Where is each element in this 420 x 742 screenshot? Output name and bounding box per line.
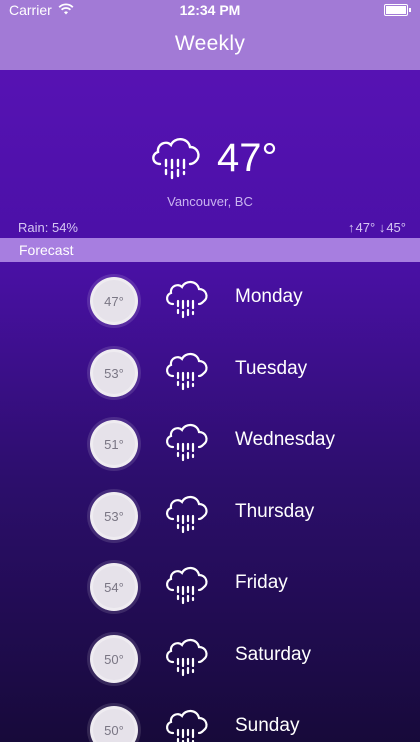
day-temperature-badge: 50° (90, 635, 138, 683)
current-weather: 47° Vancouver, BC Rain: 54% ↑47° ↓45° (0, 70, 420, 238)
location-label: Vancouver, BC (167, 194, 253, 209)
forecast-row-sunday[interactable]: 50° Sunday (0, 699, 420, 742)
day-label: Thursday (235, 501, 315, 522)
forecast-header-label: Forecast (19, 242, 74, 258)
arrow-up-icon: ↑ (348, 220, 355, 235)
rain-chance: Rain: 54% (18, 220, 78, 235)
day-label: Sunday (235, 715, 300, 736)
status-bar: Carrier 12:34 PM (0, 0, 420, 22)
forecast-row-tuesday[interactable]: 53° Tuesday (0, 342, 420, 412)
day-temperature-badge: 53° (90, 349, 138, 397)
day-label: Wednesday (235, 429, 335, 450)
forecast-section-header: Forecast (0, 238, 420, 262)
rain-cloud-icon (152, 138, 200, 180)
high-temperature: 47° (355, 220, 376, 235)
day-label: Friday (235, 572, 288, 593)
day-temperature-badge: 51° (90, 420, 138, 468)
day-label: Saturday (235, 644, 312, 665)
high-low-temperatures: ↑47° ↓45° (348, 220, 406, 235)
rain-cloud-icon (166, 352, 208, 391)
status-time: 12:34 PM (179, 2, 241, 18)
day-temperature-badge: 50° (90, 706, 138, 742)
day-temperature-badge: 47° (90, 277, 138, 325)
forecast-row-wednesday[interactable]: 51° Wednesday (0, 413, 420, 483)
rain-cloud-icon (166, 566, 208, 605)
rain-cloud-icon (166, 495, 208, 534)
forecast-row-monday[interactable]: 47° Monday (0, 270, 420, 340)
forecast-row-friday[interactable]: 54° Friday (0, 556, 420, 626)
day-label: Tuesday (235, 358, 308, 379)
weekly-weather-screen: Carrier 12:34 PM Weekly 47° Vancouver, B… (0, 0, 420, 742)
arrow-down-icon: ↓ (378, 220, 386, 235)
forecast-row-thursday[interactable]: 53° Thursday (0, 485, 420, 555)
rain-cloud-icon (166, 423, 208, 462)
navigation-bar: Carrier 12:34 PM Weekly (0, 0, 420, 70)
day-label: Monday (235, 286, 303, 307)
rain-cloud-icon (166, 638, 208, 677)
forecast-row-saturday[interactable]: 50° Saturday (0, 628, 420, 698)
rain-cloud-icon (166, 280, 208, 319)
low-temperature: 45° (386, 220, 406, 235)
current-temperature: 47° (217, 136, 278, 180)
page-title: Weekly (174, 32, 246, 55)
battery-icon (384, 4, 411, 16)
day-temperature-badge: 53° (90, 492, 138, 540)
day-temperature-badge: 54° (90, 563, 138, 611)
rain-cloud-icon (166, 709, 208, 742)
